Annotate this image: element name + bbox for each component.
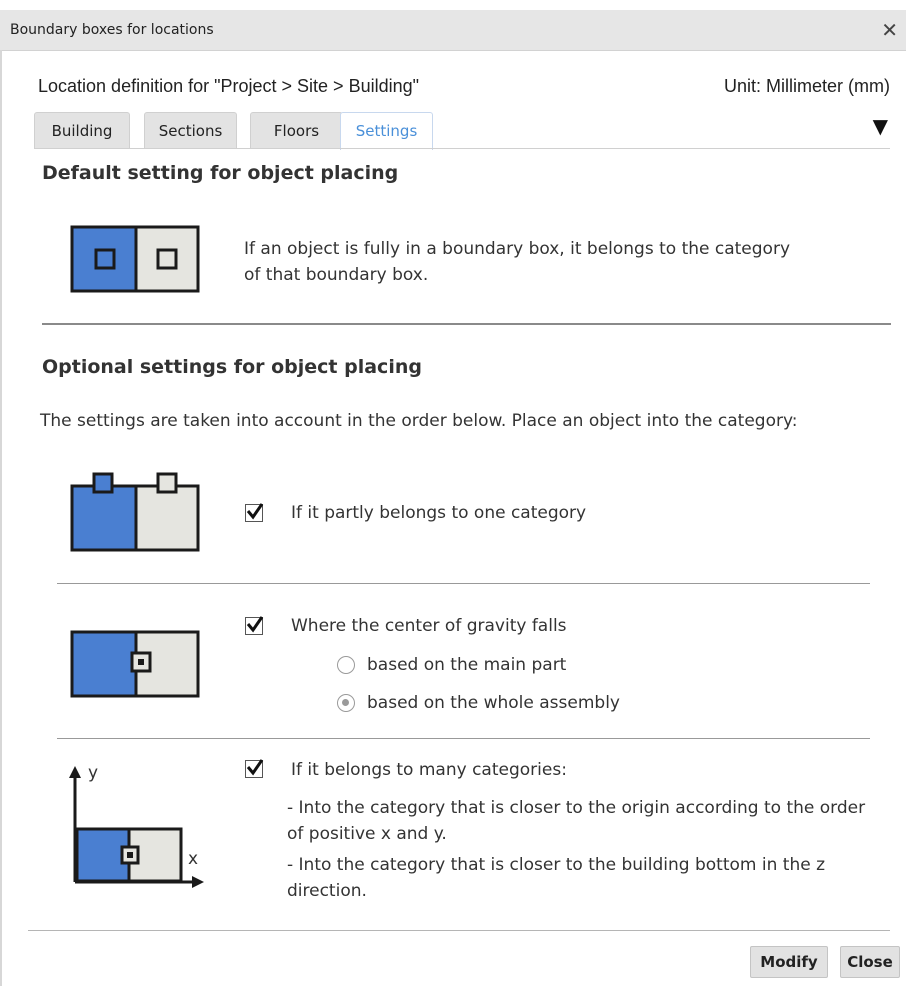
window-title: Boundary boxes for locations: [10, 22, 214, 38]
partly-belongs-checkbox[interactable]: [245, 503, 264, 522]
optional-setting-intro: The settings are taken into account in t…: [40, 411, 798, 431]
option-divider: [57, 583, 870, 584]
close-icon[interactable]: ✕: [881, 18, 898, 42]
checkmark-icon: [246, 616, 264, 633]
option-divider: [57, 738, 870, 739]
x-axis-label: x: [188, 849, 199, 869]
location-definition-label: Location definition for "Project > Site …: [38, 76, 420, 96]
section-divider: [42, 323, 891, 325]
tab-floors[interactable]: Floors: [250, 112, 343, 148]
tab-divider: [34, 148, 890, 149]
many-categories-illustration: [69, 766, 204, 888]
footer-divider: [28, 930, 890, 931]
y-axis-label: y: [88, 763, 99, 783]
close-button[interactable]: Close: [840, 946, 900, 978]
partly-belongs-label: If it partly belongs to one category: [291, 503, 587, 523]
partly-belongs-illustration: [70, 472, 200, 552]
default-setting-description: If an object is fully in a boundary box,…: [244, 239, 791, 285]
checkmark-icon: [246, 759, 264, 776]
whole-assembly-radio[interactable]: [337, 694, 355, 712]
many-categories-detail-2: - Into the category that is closer to th…: [287, 855, 826, 901]
window-border: [0, 50, 2, 986]
modify-button[interactable]: Modify: [750, 946, 828, 978]
whole-assembly-label: based on the whole assembly: [367, 693, 620, 713]
checkmark-icon: [246, 503, 264, 520]
many-categories-detail-1: - Into the category that is closer to th…: [287, 798, 866, 844]
fully-inside-illustration: [70, 225, 200, 293]
optional-setting-heading: Optional settings for object placing: [42, 356, 422, 378]
tab-settings[interactable]: Settings: [340, 112, 433, 150]
tab-sections[interactable]: Sections: [144, 112, 237, 148]
dropdown-arrow-icon[interactable]: ▼: [873, 114, 888, 138]
center-of-gravity-checkbox[interactable]: [245, 616, 264, 635]
many-categories-label: If it belongs to many categories:: [291, 760, 567, 780]
unit-label: Unit: Millimeter (mm): [724, 76, 890, 96]
center-of-gravity-illustration: [70, 630, 200, 698]
title-bar: Boundary boxes for locations ✕: [0, 10, 906, 51]
main-part-label: based on the main part: [367, 655, 567, 675]
many-categories-checkbox[interactable]: [245, 759, 264, 778]
center-of-gravity-label: Where the center of gravity falls: [291, 616, 567, 636]
default-setting-heading: Default setting for object placing: [42, 162, 399, 184]
tab-building[interactable]: Building: [34, 112, 130, 148]
main-part-radio[interactable]: [337, 656, 355, 674]
